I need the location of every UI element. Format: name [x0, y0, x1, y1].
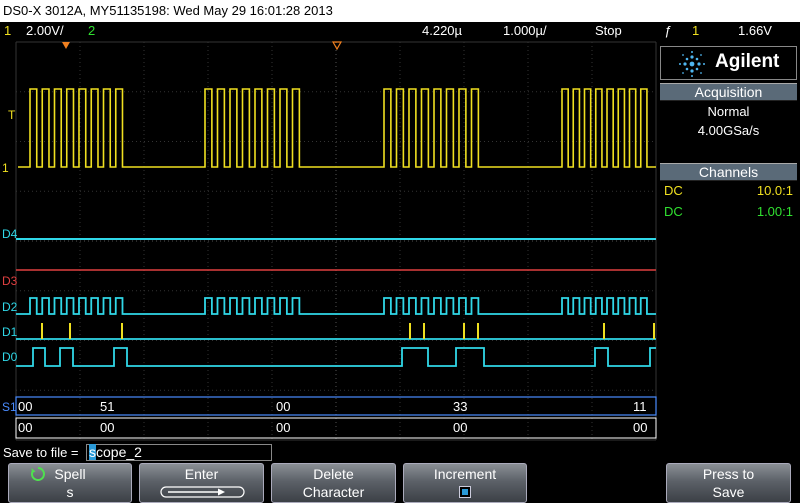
channels-header[interactable]: Channels [660, 163, 797, 181]
press-to-save-label: Press to [702, 466, 755, 482]
ch1-waveform [18, 88, 656, 168]
ch2-coupling: DC [664, 204, 683, 219]
spell-label: Spell [54, 466, 86, 482]
filename-cursor: s [89, 444, 96, 460]
trigger-delay-marker-icon [62, 42, 70, 49]
d0-label: D0 [2, 350, 18, 364]
trigger-level[interactable]: 1.66V [738, 22, 772, 40]
delete-character-softkey[interactable]: Delete Character [271, 463, 396, 503]
d1-label: D1 [2, 325, 18, 339]
s1-label: S1 [2, 400, 17, 414]
ch1-scale[interactable]: 2.00V/ [26, 22, 64, 40]
brand-name: Agilent [715, 51, 780, 72]
serial-value: 00 [18, 420, 33, 435]
serial-value: 00 [18, 399, 33, 414]
press-to-save-label-2: Save [712, 484, 745, 500]
sample-rate: 4.00GSa/s [697, 123, 760, 138]
ch1-coupling: DC [664, 183, 683, 198]
trigger-marker: T [8, 108, 16, 122]
enter-softkey[interactable]: Enter [139, 463, 264, 503]
ch1-number[interactable]: 1 [4, 22, 11, 40]
brand-box: Agilent [660, 46, 797, 80]
filename-rest: cope_2 [96, 444, 142, 460]
run-state: Stop [595, 23, 622, 38]
serial-value: 00 [276, 420, 291, 435]
acquisition-header[interactable]: Acquisition [660, 83, 797, 101]
delete-label: Delete [313, 466, 354, 482]
increment-softkey[interactable]: Increment [403, 463, 527, 503]
serial-value: 11 [633, 399, 647, 414]
ch2-probe: 1.00:1 [756, 204, 793, 219]
serial-value: 00 [276, 399, 291, 414]
serial-value: 00 [633, 420, 648, 435]
serial-value: 00 [100, 420, 115, 435]
filename-input[interactable]: scope_2 [86, 444, 272, 461]
enter-label: Enter [184, 466, 219, 482]
serial-value: 33 [453, 399, 468, 414]
waveform-display[interactable] [0, 40, 660, 444]
save-to-file-bar: Save to file = scope_2 [0, 444, 800, 462]
spell-value: s [66, 484, 74, 500]
trigger-source[interactable]: 1 [692, 22, 699, 40]
serial-value: 51 [100, 399, 115, 414]
time-reference[interactable]: 4.220µ [422, 22, 462, 40]
delete-label-2: Character [302, 484, 365, 500]
trigger-slope-icon: ƒ [664, 23, 672, 38]
title-bar: DS0-X 3012A, MY51135198: Wed May 29 16:0… [0, 0, 800, 22]
d4-label: D4 [2, 227, 18, 241]
agilent-spark-icon [679, 51, 705, 77]
save-to-file-label: Save to file = [3, 445, 79, 460]
press-to-save-softkey[interactable]: Press to Save [666, 463, 791, 503]
serial-value: 00 [453, 420, 468, 435]
d3-label: D3 [2, 274, 18, 288]
increment-label: Increment [433, 466, 497, 482]
enter-arrow-icon [160, 486, 245, 498]
ch1-ground-marker[interactable]: 1 [2, 161, 9, 175]
increment-square-icon [459, 486, 471, 498]
center-time-marker-icon [331, 41, 343, 51]
timebase[interactable]: 1.000µ/ [503, 22, 547, 40]
ch2-number[interactable]: 2 [88, 22, 95, 40]
status-bar: 1 2.00V/ 2 4.220µ 1.000µ/ Stop ƒ 1 1.66V [0, 22, 800, 40]
spell-softkey[interactable]: Spell s [8, 463, 132, 503]
d2-label: D2 [2, 300, 18, 314]
acquisition-mode: Normal [707, 104, 750, 119]
ch1-probe: 10.0:1 [756, 183, 793, 198]
